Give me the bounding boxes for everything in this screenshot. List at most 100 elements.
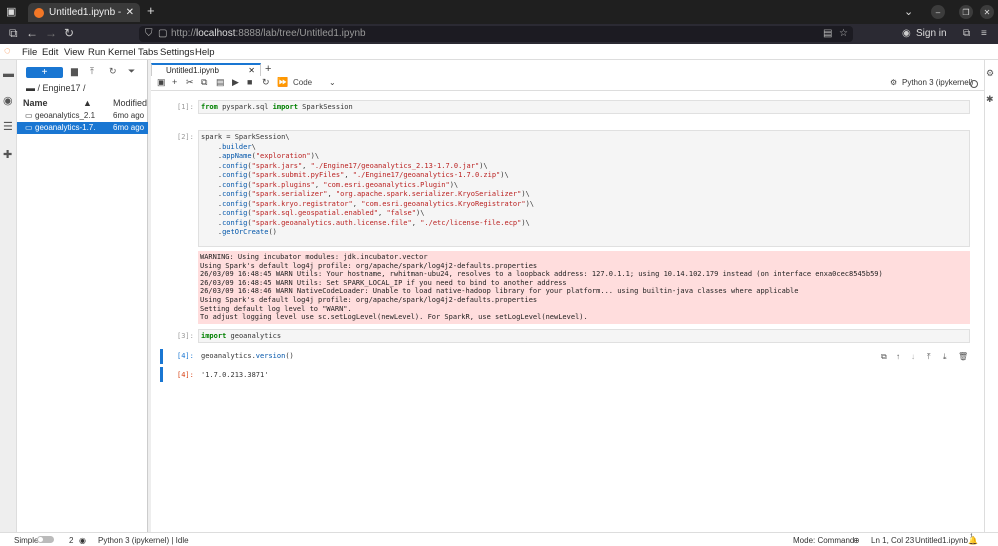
new-launcher-tab-icon[interactable]: + [265,63,271,75]
restore-icon[interactable]: ❐ [959,5,973,19]
signin-button[interactable]: Sign in [916,28,947,39]
close-notebook-tab-icon[interactable]: ✕ [248,65,255,76]
breadcrumb[interactable]: ▬ / Engine17 / [26,83,86,93]
simple-mode-label: Simple [14,536,39,545]
status-filename: Untitled1.ipynb [915,536,968,545]
restart-kernel-icon[interactable]: ↻ [262,77,270,88]
back-icon[interactable]: ← [26,26,38,40]
kernel-name[interactable]: Python 3 (ipykernel) [902,78,973,87]
upload-icon[interactable]: ⤒ [90,66,94,77]
mode-indicator: Mode: Command [793,536,855,545]
url-bar[interactable]: ⛉ ▢ http://localhost:8888/lab/tree/Untit… [139,26,853,42]
cursor-position[interactable]: Ln 1, Col 23 [871,536,914,545]
menu-help[interactable]: Help [195,47,215,58]
globe-icon: ⊕ [853,536,860,545]
shield-icon[interactable]: ⛉ [145,26,153,42]
copy-icon[interactable]: ⧉ [201,77,207,88]
menu-tabs[interactable]: Tabs [138,47,158,58]
app-menu-icon[interactable]: ≡ [981,28,987,39]
table-of-contents-icon[interactable]: ☰ [3,120,13,133]
stop-icon[interactable]: ■ [247,77,252,87]
browser-tab-title: Untitled1.ipynb - Jupyter [49,7,121,18]
tab-list-chevron-icon[interactable]: ⌄ [904,5,913,18]
extensions-icon[interactable]: ⧉ [963,28,970,39]
extensions-puzzle-icon[interactable]: ✚ [3,148,12,161]
file-name: geoanalytics-1.7.... [35,123,95,132]
save-icon[interactable]: ▣ [157,77,166,88]
debugger-icon[interactable]: ✱ [986,94,994,105]
cell-input[interactable]: spark = SparkSession\ .builder\ .appName… [198,130,970,247]
kernel-status-icon [970,80,978,88]
account-icon[interactable]: ◉ [902,28,911,39]
sidebar-toggle-icon[interactable]: ⧉ [9,26,18,41]
notebook-tab-title: Untitled1.ipynb [166,66,219,75]
stderr-line: 26/03/09 16:48:46 WARN NativeCodeLoader:… [200,287,799,296]
duplicate-cell-icon[interactable]: ⧉ [881,352,887,362]
restart-run-all-icon[interactable]: ⏩ [277,77,288,88]
kernel-sessions-icon[interactable]: ◉ [79,536,86,545]
sort-arrow-icon: ▲ [83,98,92,108]
menu-settings[interactable]: Settings [160,47,194,58]
jupyter-favicon-icon [34,7,44,18]
new-launcher-button[interactable]: + [26,67,63,78]
notebook-tab[interactable]: Untitled1.ipynb ✕ [151,63,261,76]
cell-type-select[interactable]: Code [293,78,312,87]
forward-icon[interactable]: → [45,26,57,40]
column-name[interactable]: Name [23,98,48,108]
stderr-line: To adjust logging level use sc.setLogLev… [200,313,588,322]
file-icon: ▭ [25,123,33,132]
property-inspector-icon[interactable]: ⚙ [986,68,994,79]
reader-view-icon[interactable]: ▤ [823,26,832,42]
cell-input[interactable]: from pyspark.sql import SparkSession [198,100,970,114]
menu-run[interactable]: Run [88,47,105,58]
folder-icon[interactable]: ▬ [3,68,14,80]
chevron-down-icon[interactable]: ⌄ [329,78,336,87]
insert-above-icon[interactable]: ⤒ [927,352,931,362]
menu-view[interactable]: View [64,47,84,58]
stderr-line: Using Spark's default log4j profile: org… [200,295,538,304]
cell-output: '1.7.0.213.3871' [201,371,269,379]
simple-mode-toggle[interactable] [37,536,54,543]
cell-prompt: [2]: [177,133,194,141]
new-tab-icon[interactable]: + [147,3,155,18]
menu-kernel[interactable]: Kernel [108,47,135,58]
kernel-settings-icon[interactable]: ⚙ [890,78,897,87]
insert-cell-icon[interactable]: + [172,77,177,87]
breadcrumb-path[interactable]: / Engine17 / [38,83,86,93]
file-row[interactable]: ▭ geoanalytics-1.7.... 6mo ago [17,122,148,134]
move-up-icon[interactable]: ↑ [896,352,900,361]
stderr-line: 26/03/09 16:48:45 WARN Utils: Set SPARK_… [200,278,567,287]
kernel-status[interactable]: Python 3 (ipykernel) | Idle [98,536,189,545]
paste-icon[interactable]: ▤ [216,77,225,88]
active-cell-marker [160,349,163,364]
refresh-icon[interactable]: ↻ [109,66,117,77]
insert-below-icon[interactable]: ⤓ [943,352,947,362]
run-icon[interactable]: ▶ [232,77,239,88]
running-kernels-icon[interactable]: ◉ [3,94,13,107]
delete-cell-icon[interactable]: 🗑 [958,352,968,361]
tab-overview-icon[interactable]: ▣ [6,5,16,18]
filter-icon[interactable]: ⏷ [128,66,135,77]
file-row[interactable]: ▭ geoanalytics_2.1... 6mo ago [17,110,148,122]
notification-bell-icon[interactable]: 🔔 [968,536,978,545]
close-window-icon[interactable]: ✕ [980,5,994,19]
cell-input[interactable]: import geoanalytics [198,329,970,343]
close-tab-icon[interactable]: ✕ [126,7,134,18]
kernel-count[interactable]: 2 [69,536,73,545]
active-output-marker [160,367,163,382]
browser-tab[interactable]: Untitled1.ipynb - Jupyter ✕ [28,3,140,22]
cell-input[interactable]: geoanalytics.version() [198,349,970,363]
column-modified[interactable]: Modified [113,98,147,108]
folder-home-icon[interactable]: ▬ [26,83,38,93]
reload-icon[interactable]: ↻ [64,26,74,40]
right-activity-bar: ⚙ ✱ [984,60,998,532]
bookmark-star-icon[interactable]: ☆ [839,26,848,42]
minimize-icon[interactable]: – [931,5,945,19]
cut-icon[interactable]: ✂ [186,77,194,88]
output-prompt: [4]: [177,371,194,379]
new-folder-icon[interactable]: ▆ [71,66,78,77]
page-info-icon[interactable]: ▢ [158,26,167,42]
menu-edit[interactable]: Edit [42,47,58,58]
menu-file[interactable]: File [22,47,37,58]
move-down-icon[interactable]: ↓ [911,352,915,361]
